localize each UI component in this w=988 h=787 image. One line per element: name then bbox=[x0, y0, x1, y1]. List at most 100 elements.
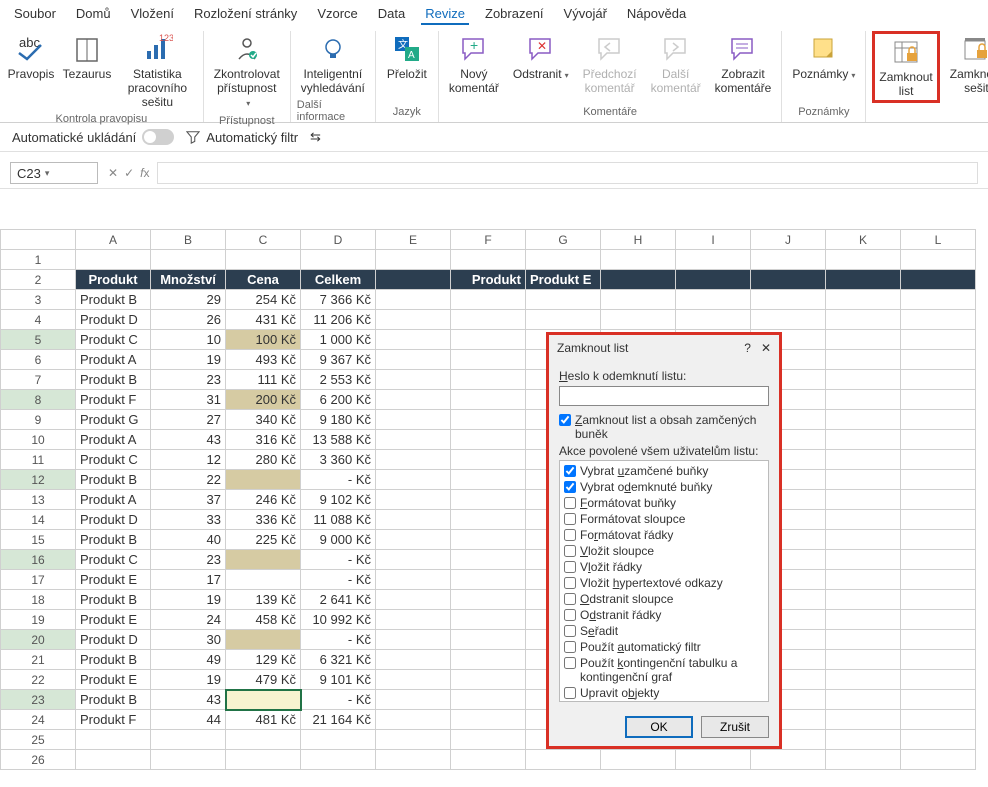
cancel-icon[interactable]: ✕ bbox=[108, 166, 118, 180]
cell[interactable] bbox=[376, 250, 451, 270]
cell[interactable] bbox=[901, 510, 976, 530]
cell[interactable] bbox=[751, 270, 826, 290]
ok-button[interactable]: OK bbox=[625, 716, 693, 738]
cell[interactable] bbox=[901, 670, 976, 690]
cell[interactable]: 40 bbox=[151, 530, 226, 550]
cell[interactable]: 11 088 Kč bbox=[301, 510, 376, 530]
cell[interactable] bbox=[376, 610, 451, 630]
cell[interactable]: 9 000 Kč bbox=[301, 530, 376, 550]
allow-checkbox[interactable] bbox=[564, 481, 576, 493]
password-input[interactable] bbox=[559, 386, 769, 406]
cell[interactable]: 7 366 Kč bbox=[301, 290, 376, 310]
cell[interactable]: 225 Kč bbox=[226, 530, 301, 550]
cell[interactable] bbox=[376, 510, 451, 530]
row-header-11[interactable]: 11 bbox=[1, 450, 76, 470]
accept-icon[interactable]: ✓ bbox=[124, 166, 134, 180]
cell[interactable]: 21 164 Kč bbox=[301, 710, 376, 730]
cell[interactable] bbox=[601, 290, 676, 310]
allow-checkbox[interactable] bbox=[564, 529, 576, 541]
cell[interactable] bbox=[826, 270, 901, 290]
cell[interactable] bbox=[901, 630, 976, 650]
cell[interactable] bbox=[751, 250, 826, 270]
row-header-18[interactable]: 18 bbox=[1, 590, 76, 610]
cell[interactable] bbox=[826, 510, 901, 530]
cell[interactable] bbox=[451, 370, 526, 390]
cell[interactable]: 29 bbox=[151, 290, 226, 310]
allow-checkbox[interactable] bbox=[564, 465, 576, 477]
cell[interactable]: 49 bbox=[151, 650, 226, 670]
thesaurus-button[interactable]: Tezaurus bbox=[62, 31, 112, 83]
cell[interactable] bbox=[901, 750, 976, 770]
cell[interactable] bbox=[826, 730, 901, 750]
cell[interactable]: Produkt B bbox=[76, 690, 151, 710]
cell[interactable] bbox=[901, 390, 976, 410]
cell[interactable]: Produkt B bbox=[76, 650, 151, 670]
cell[interactable] bbox=[226, 250, 301, 270]
cell[interactable] bbox=[226, 730, 301, 750]
row-header-12[interactable]: 12 bbox=[1, 470, 76, 490]
cell[interactable]: 254 Kč bbox=[226, 290, 301, 310]
cell[interactable]: Produkt bbox=[451, 270, 526, 290]
overflow-menu[interactable]: ⇆ bbox=[310, 129, 321, 145]
show-comments-button[interactable]: Zobrazitkomentáře bbox=[711, 31, 776, 97]
cell[interactable] bbox=[526, 750, 601, 770]
cell[interactable]: Produkt E bbox=[76, 570, 151, 590]
cell[interactable] bbox=[901, 610, 976, 630]
allow-list[interactable]: Vybrat uzamčené buňkyVybrat odemknuté bu… bbox=[559, 460, 769, 702]
allow-checkbox[interactable] bbox=[564, 641, 576, 653]
cell[interactable]: Produkt F bbox=[76, 390, 151, 410]
cell[interactable] bbox=[376, 430, 451, 450]
cell[interactable]: Produkt C bbox=[76, 450, 151, 470]
cell[interactable] bbox=[451, 550, 526, 570]
cell[interactable]: 19 bbox=[151, 350, 226, 370]
col-header-B[interactable]: B bbox=[151, 230, 226, 250]
cell[interactable] bbox=[451, 490, 526, 510]
cell[interactable] bbox=[451, 290, 526, 310]
cell[interactable] bbox=[376, 450, 451, 470]
cell[interactable]: 139 Kč bbox=[226, 590, 301, 610]
col-header-J[interactable]: J bbox=[751, 230, 826, 250]
cell[interactable]: 43 bbox=[151, 430, 226, 450]
cell[interactable]: 10 bbox=[151, 330, 226, 350]
cell[interactable] bbox=[826, 310, 901, 330]
cell[interactable] bbox=[901, 570, 976, 590]
allow-option[interactable]: Vybrat uzamčené buňky bbox=[564, 463, 764, 479]
cell[interactable] bbox=[451, 450, 526, 470]
notes-button[interactable]: Poznámky▾ bbox=[788, 31, 859, 85]
cell[interactable]: Produkt B bbox=[76, 290, 151, 310]
row-header-14[interactable]: 14 bbox=[1, 510, 76, 530]
cell[interactable] bbox=[451, 670, 526, 690]
cell[interactable]: Produkt C bbox=[76, 330, 151, 350]
cell[interactable] bbox=[76, 730, 151, 750]
cell[interactable] bbox=[226, 470, 301, 490]
cell[interactable] bbox=[901, 590, 976, 610]
cell[interactable]: 340 Kč bbox=[226, 410, 301, 430]
cell[interactable] bbox=[901, 250, 976, 270]
cell[interactable]: Produkt E bbox=[76, 610, 151, 630]
row-header-17[interactable]: 17 bbox=[1, 570, 76, 590]
cell[interactable] bbox=[676, 270, 751, 290]
allow-option[interactable]: Formátovat řádky bbox=[564, 527, 764, 543]
cell[interactable] bbox=[451, 630, 526, 650]
cell[interactable]: Produkt B bbox=[76, 470, 151, 490]
protect-sheet-button[interactable]: Zamknoutlist bbox=[872, 31, 939, 103]
col-header-A[interactable]: A bbox=[76, 230, 151, 250]
cell[interactable] bbox=[826, 450, 901, 470]
row-header-15[interactable]: 15 bbox=[1, 530, 76, 550]
cell[interactable]: Produkt A bbox=[76, 350, 151, 370]
chevron-down-icon[interactable]: ▾ bbox=[45, 168, 50, 179]
menu-domů[interactable]: Domů bbox=[72, 4, 115, 25]
cell[interactable]: 17 bbox=[151, 570, 226, 590]
col-header-C[interactable]: C bbox=[226, 230, 301, 250]
cell[interactable] bbox=[826, 390, 901, 410]
cell[interactable] bbox=[151, 250, 226, 270]
cell[interactable]: 13 588 Kč bbox=[301, 430, 376, 450]
cell[interactable] bbox=[376, 570, 451, 590]
cell[interactable]: 200 Kč bbox=[226, 390, 301, 410]
cell[interactable] bbox=[826, 330, 901, 350]
cell[interactable]: Produkt A bbox=[76, 490, 151, 510]
cell[interactable]: 111 Kč bbox=[226, 370, 301, 390]
cell[interactable] bbox=[451, 390, 526, 410]
cell[interactable] bbox=[376, 390, 451, 410]
cell[interactable]: 1 000 Kč bbox=[301, 330, 376, 350]
